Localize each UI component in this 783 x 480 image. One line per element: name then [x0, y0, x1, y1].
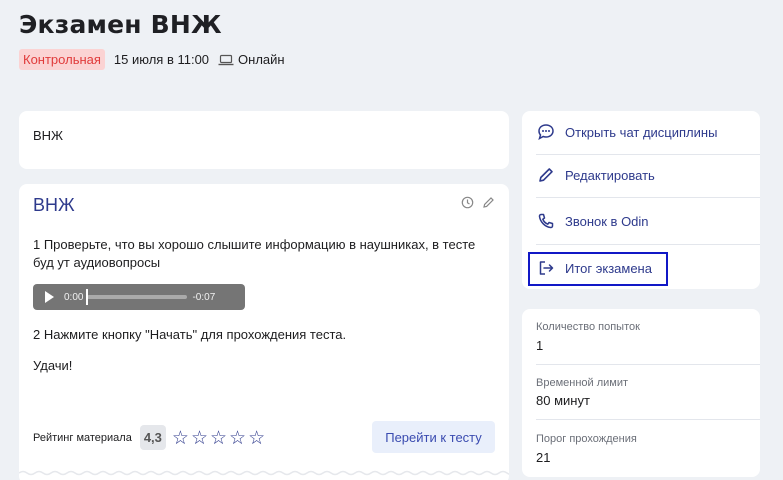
edit-action[interactable]: Редактировать	[536, 166, 655, 184]
pencil-icon	[539, 168, 553, 182]
divider	[536, 154, 760, 155]
open-chat-action[interactable]: Открыть чат дисциплины	[536, 123, 717, 141]
actions-card: Открыть чат дисциплины Редактировать Зво…	[522, 111, 760, 289]
star-icon[interactable]: ☆	[210, 428, 227, 447]
audio-progress-bar[interactable]	[86, 289, 188, 305]
star-icon[interactable]: ☆	[229, 428, 246, 447]
go-to-test-button[interactable]: Перейти к тесту	[372, 421, 495, 453]
audio-scrubber[interactable]	[86, 289, 89, 305]
rating-value: 4,3	[139, 425, 166, 450]
material-title: ВНЖ	[33, 195, 75, 215]
focus-highlight	[528, 252, 668, 286]
topic-text: ВНЖ	[33, 128, 64, 143]
format-text: Онлайн	[238, 52, 285, 67]
exam-info-card: Количество попыток 1 Временной лимит 80 …	[522, 309, 760, 477]
history-icon[interactable]	[461, 196, 474, 209]
material-actions	[461, 196, 495, 209]
pass-threshold-label: Порог прохождения	[536, 433, 637, 445]
divider	[536, 197, 760, 198]
instruction-2: 2 Нажмите кнопку "Начать" для прохождени…	[33, 327, 347, 342]
instruction-3: Удачи!	[33, 358, 73, 373]
phone-icon	[538, 213, 554, 229]
instruction-1: 1 Проверьте, что вы хорошо слышите инфор…	[33, 237, 476, 270]
pass-threshold-value: 21	[536, 450, 551, 465]
audio-remaining-time: -0:07	[192, 291, 216, 303]
time-limit-value: 80 минут	[536, 393, 590, 408]
laptop-icon	[218, 54, 234, 65]
divider	[536, 419, 760, 420]
attempts-label: Количество попыток	[536, 321, 640, 333]
topic-card: ВНЖ	[19, 111, 509, 169]
edit-label: Редактировать	[565, 167, 655, 183]
attempts-value: 1	[536, 338, 544, 353]
exam-meta: Контрольная 15 июля в 11:00 Онлайн	[19, 49, 285, 70]
material-card: ВНЖ 1 Проверьте, что вы хорошо слышите и…	[19, 184, 509, 480]
chat-icon	[538, 124, 554, 141]
rating-label: Рейтинг материала	[33, 431, 132, 444]
format-label: Онлайн	[218, 52, 285, 67]
rating-stars: ☆ ☆ ☆ ☆ ☆	[172, 428, 265, 447]
card-bottom-edge	[19, 470, 509, 476]
open-chat-label: Открыть чат дисциплины	[565, 124, 718, 140]
star-icon[interactable]: ☆	[191, 428, 208, 447]
page-title: Экзамен ВНЖ	[19, 10, 222, 39]
call-label: Звонок в Odin	[565, 213, 649, 229]
time-limit-label: Временной лимит	[536, 377, 629, 389]
audio-player[interactable]: 0:00 -0:07	[33, 284, 245, 310]
material-rating: Рейтинг материала 4,3 ☆ ☆ ☆ ☆ ☆	[33, 425, 265, 450]
divider	[536, 244, 760, 245]
exam-date: 15 июля в 11:00	[113, 52, 210, 67]
edit-icon[interactable]	[482, 196, 495, 209]
audio-current-time: 0:00	[64, 291, 84, 303]
star-icon[interactable]: ☆	[172, 428, 189, 447]
star-icon[interactable]: ☆	[248, 428, 265, 447]
divider	[536, 364, 760, 365]
call-action[interactable]: Звонок в Odin	[536, 212, 649, 230]
status-badge: Контрольная	[19, 49, 105, 70]
play-icon[interactable]	[45, 291, 54, 303]
